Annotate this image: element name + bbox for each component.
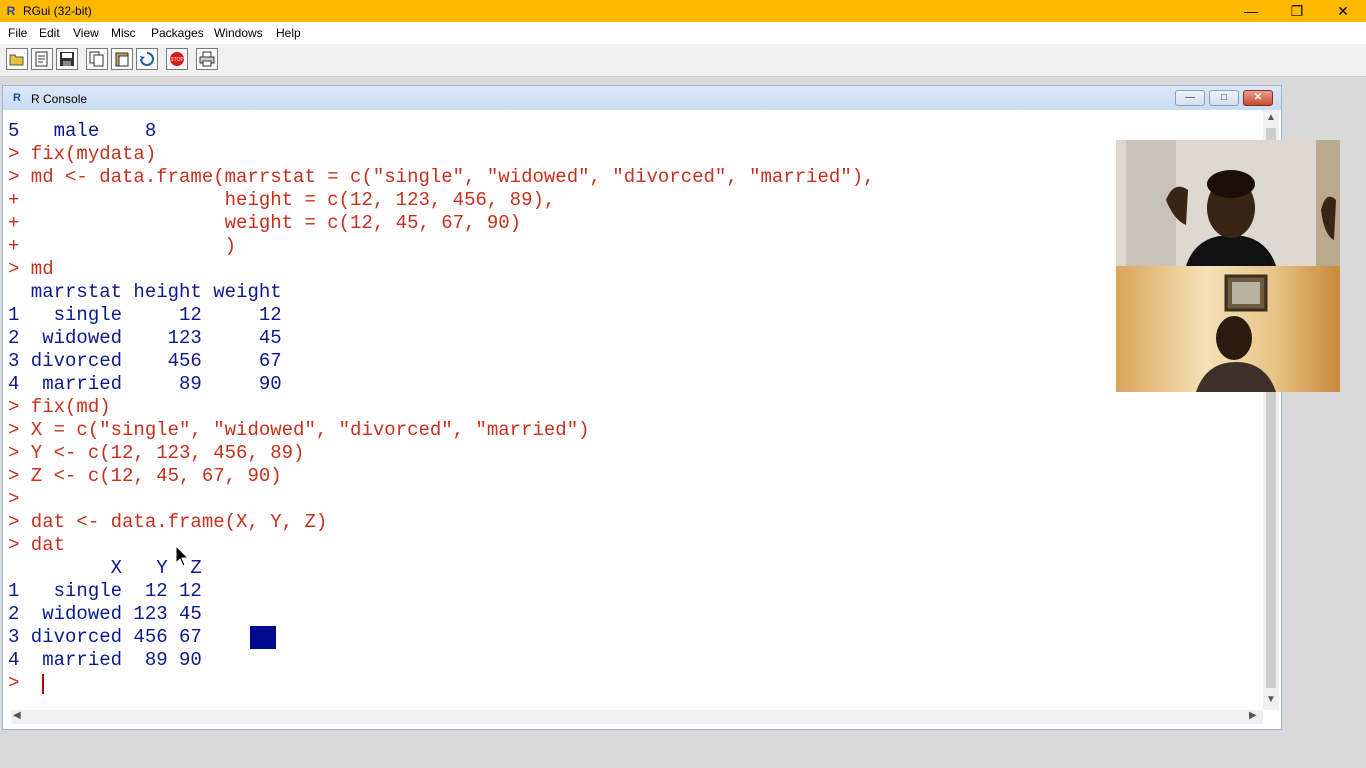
- scroll-up-icon[interactable]: ▲: [1266, 112, 1276, 123]
- menu-edit[interactable]: Edit: [39, 26, 60, 40]
- save-workspace-icon[interactable]: [56, 48, 78, 70]
- console-output-line: 4 married 89 90: [8, 373, 282, 395]
- console-input-line: > dat <- data.frame(X, Y, Z): [8, 511, 328, 533]
- console-input-line: > fix(md): [8, 396, 111, 418]
- copy-icon[interactable]: [86, 48, 108, 70]
- maximize-icon[interactable]: ❐: [1274, 0, 1320, 22]
- minimize-icon[interactable]: —: [1228, 0, 1274, 22]
- horizontal-scrollbar[interactable]: ◀ ▶: [11, 710, 1263, 724]
- r-logo-icon: R: [6, 4, 16, 18]
- load-workspace-icon[interactable]: [31, 48, 53, 70]
- console-input-line: > Z <- c(12, 45, 67, 90): [8, 465, 282, 487]
- console-input-line: >: [8, 488, 20, 510]
- selection-highlight: [250, 626, 276, 649]
- menu-packages[interactable]: Packages: [151, 26, 204, 40]
- app-title: RGui (32-bit): [23, 4, 92, 18]
- console-output-line: 2 widowed 123 45: [8, 327, 282, 349]
- stop-icon[interactable]: STOP: [166, 48, 188, 70]
- print-icon[interactable]: [196, 48, 218, 70]
- app-titlebar: R RGui (32-bit) — ❐ ✕: [0, 0, 1366, 22]
- console-output-line: marrstat height weight: [8, 281, 282, 303]
- scroll-right-icon[interactable]: ▶: [1249, 710, 1257, 721]
- console-input-line: > md <- data.frame(marrstat = c("single"…: [8, 166, 875, 188]
- scroll-left-icon[interactable]: ◀: [13, 710, 21, 721]
- console-input-line: >: [8, 672, 31, 694]
- console-input-line: > X = c("single", "widowed", "divorced",…: [8, 419, 590, 441]
- console-output-line: 2 widowed 123 45: [8, 603, 202, 625]
- svg-text:STOP: STOP: [170, 57, 184, 63]
- menu-help[interactable]: Help: [276, 26, 301, 40]
- r-console-icon: R: [13, 92, 21, 104]
- console-output-line: X Y Z: [8, 557, 202, 579]
- menu-misc[interactable]: Misc: [111, 26, 136, 40]
- console-output-line: 1 single 12 12: [8, 580, 202, 602]
- console-input-line: > fix(mydata): [8, 143, 157, 165]
- console-input-line: + ): [8, 235, 237, 257]
- menu-bar: File Edit View Misc Packages Windows Hel…: [0, 22, 1366, 44]
- console-input-line: + height = c(12, 123, 456, 89),: [8, 189, 556, 211]
- copy-paste-icon[interactable]: [136, 48, 158, 70]
- console-output-line: 3 divorced 456 67: [8, 626, 202, 648]
- menu-windows[interactable]: Windows: [214, 26, 263, 40]
- console-title: R Console: [31, 92, 88, 106]
- webcam-overlay: [1116, 140, 1340, 392]
- console-output-line: 3 divorced 456 67: [8, 350, 282, 372]
- console-output-line: 4 married 89 90: [8, 649, 202, 671]
- webcam-presenter-video: [1116, 140, 1340, 266]
- console-input-line: > Y <- c(12, 123, 456, 89): [8, 442, 305, 464]
- paste-icon[interactable]: [111, 48, 133, 70]
- menu-file[interactable]: File: [8, 26, 27, 40]
- menu-view[interactable]: View: [73, 26, 99, 40]
- close-icon[interactable]: ✕: [1320, 0, 1366, 22]
- mouse-pointer-icon: [175, 545, 189, 567]
- toolbar: STOP: [0, 44, 1366, 77]
- console-input-line: + weight = c(12, 45, 67, 90): [8, 212, 522, 234]
- text-caret: [42, 674, 44, 694]
- webcam-second-video: [1116, 266, 1340, 392]
- scroll-down-icon[interactable]: ▼: [1266, 694, 1276, 705]
- console-close-button[interactable]: ✕: [1243, 90, 1273, 106]
- second-participant-icon: [1196, 274, 1276, 392]
- console-maximize-button[interactable]: □: [1209, 90, 1239, 106]
- console-output-line: 5 male 8: [8, 120, 157, 142]
- console-input-line: > dat: [8, 534, 66, 556]
- console-output-line: 1 single 12 12: [8, 304, 282, 326]
- open-script-icon[interactable]: [6, 48, 28, 70]
- console-minimize-button[interactable]: —: [1175, 90, 1205, 106]
- presenter-figure-icon: [1116, 140, 1340, 266]
- console-input-line: > md: [8, 258, 54, 280]
- console-titlebar: R R Console — □ ✕: [3, 86, 1281, 110]
